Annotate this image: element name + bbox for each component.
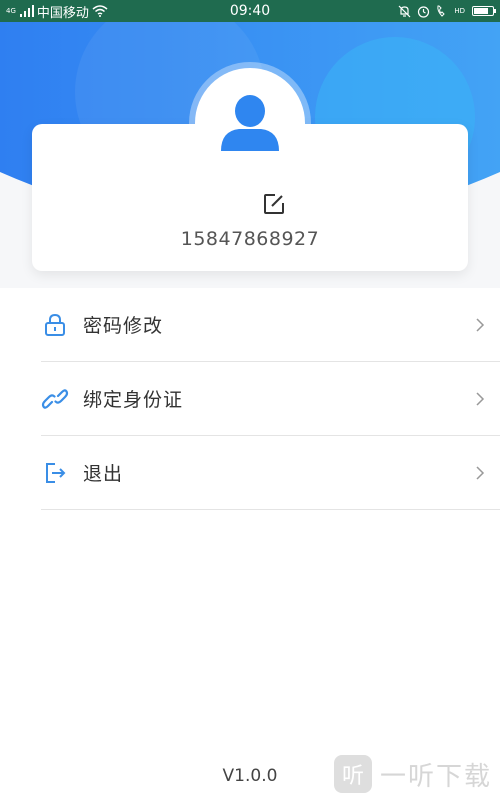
status-left: 4G 中国移动	[6, 0, 108, 22]
chevron-right-icon	[474, 315, 486, 335]
menu-item-label: 退出	[83, 463, 124, 485]
hd-tag: HD	[454, 6, 465, 15]
settings-menu: 密码修改 绑定身份证 退出	[0, 288, 500, 510]
call-hd-icon	[437, 5, 446, 17]
menu-item-change-password[interactable]: 密码修改	[41, 288, 500, 362]
edit-icon[interactable]	[262, 192, 286, 216]
battery-icon	[472, 6, 496, 16]
status-right: HD	[398, 0, 496, 22]
chevron-right-icon	[474, 463, 486, 483]
watermark: 听 一听下载	[334, 752, 494, 796]
wifi-icon	[92, 5, 108, 17]
watermark-text: 一听下载	[380, 761, 493, 792]
user-icon	[221, 95, 279, 151]
carrier-name: 中国移动	[36, 5, 89, 21]
logout-icon	[41, 459, 69, 487]
alarm-icon	[418, 5, 430, 18]
menu-item-bind-id-card[interactable]: 绑定身份证	[41, 362, 500, 436]
status-time: 09:40	[229, 3, 271, 19]
link-icon	[41, 385, 69, 413]
menu-item-label: 密码修改	[83, 315, 164, 337]
signal-icon	[19, 5, 34, 17]
network-type: 4G	[6, 6, 16, 15]
menu-item-logout[interactable]: 退出	[41, 436, 500, 510]
chevron-right-icon	[474, 389, 486, 409]
mute-icon	[398, 5, 411, 17]
menu-item-label: 绑定身份证	[83, 389, 184, 411]
battery-fill	[474, 8, 489, 14]
status-bar: 4G 中国移动 09:40 HD	[0, 0, 500, 22]
avatar[interactable]	[195, 68, 305, 178]
watermark-logo: 听	[334, 755, 372, 793]
phone-number: 15847868927	[180, 228, 320, 250]
lock-icon	[41, 311, 69, 339]
